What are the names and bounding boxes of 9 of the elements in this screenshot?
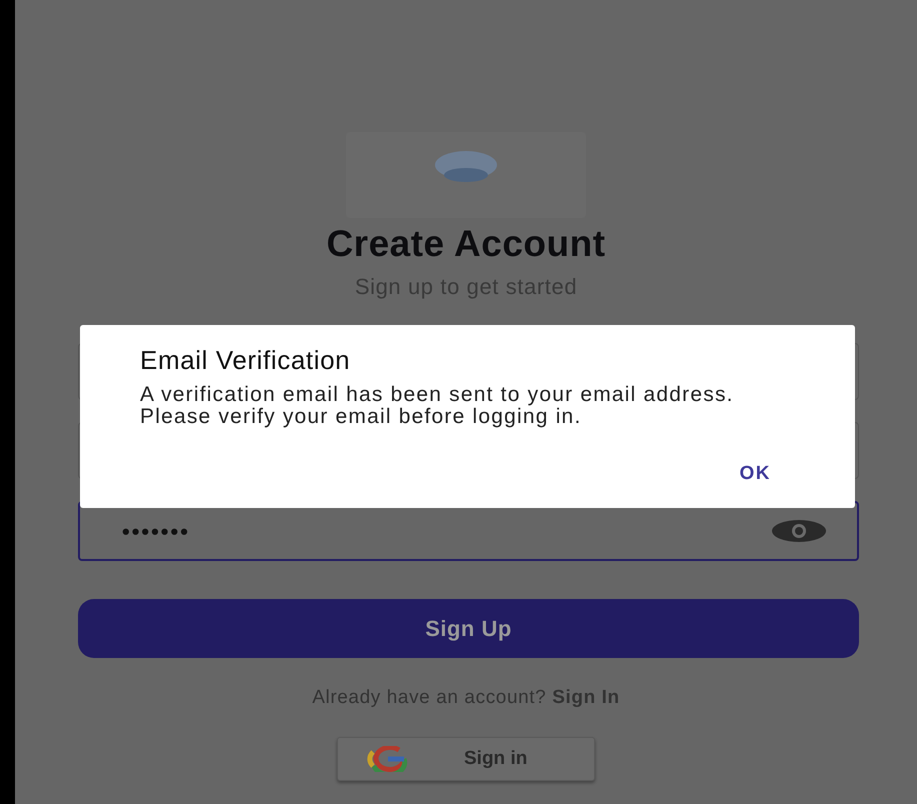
dialog-message: A verification email has been sent to your email address. Please verify your email before logging in. — [140, 384, 735, 428]
sign-up-button[interactable]: Sign Up — [78, 599, 859, 658]
eye-icon[interactable] — [771, 519, 827, 544]
avatar-icon — [434, 150, 498, 184]
page-title: Create Account — [326, 222, 606, 266]
dialog-title: Email Verification — [140, 345, 352, 376]
password-value: ••••••• — [122, 518, 190, 546]
google-sign-in-button[interactable]: Sign in — [337, 736, 595, 781]
ok-button[interactable]: OK — [736, 458, 775, 490]
